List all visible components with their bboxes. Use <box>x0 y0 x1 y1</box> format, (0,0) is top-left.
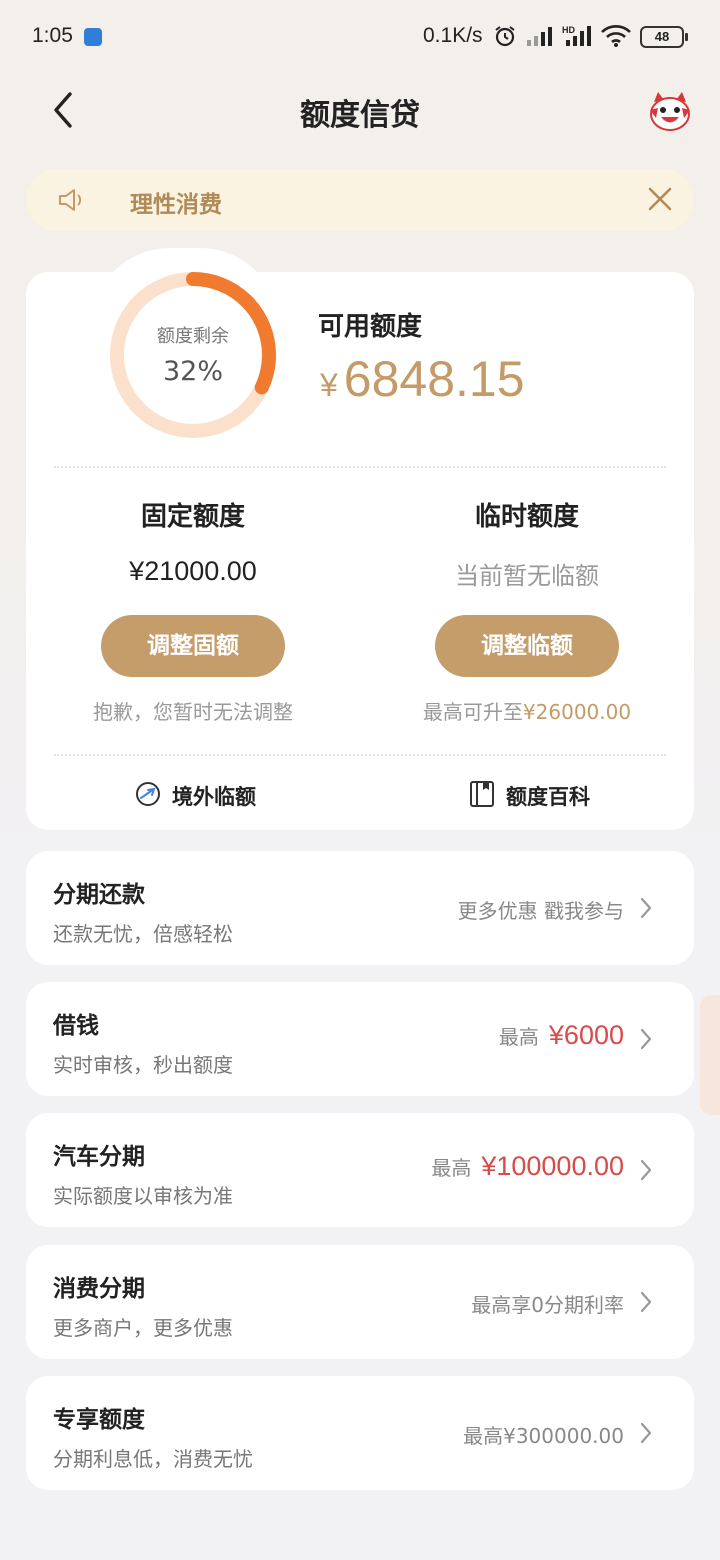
list-item-consumer-installment[interactable]: 消费分期 更多商户，更多优惠 最高享0分期利率 <box>26 1245 694 1359</box>
row-max-amount: 最高 ¥100000.00 <box>431 1151 624 1182</box>
fixed-credit-note: 抱歉，您暂时无法调整 <box>93 700 293 724</box>
row-subtitle: 实时审核，秒出额度 <box>53 1053 233 1077</box>
available-credit-amount: ¥6848.15 <box>320 350 525 408</box>
row-title: 分期还款 <box>53 882 145 908</box>
list-item-exclusive-credit[interactable]: 专享额度 分期利息低，消费无忧 最高¥300000.00 <box>26 1376 694 1490</box>
row-right-text: 最高 <box>431 1156 472 1180</box>
row-title: 专享额度 <box>53 1407 145 1433</box>
wiki-link-label: 额度百科 <box>506 785 590 809</box>
temp-note-prefix: 最高可升至 <box>422 700 523 724</box>
adjust-temp-button[interactable]: 调整临额 <box>435 615 619 677</box>
row-title: 消费分期 <box>53 1276 145 1302</box>
wifi-icon <box>601 25 631 47</box>
row-subtitle: 还款无忧，倍感轻松 <box>53 922 233 946</box>
notice-banner[interactable]: 理性消费 <box>26 169 694 231</box>
chevron-right-icon <box>640 897 652 919</box>
alarm-icon <box>495 26 515 47</box>
battery-level: 48 <box>654 29 670 44</box>
temp-note-amount: ¥26000.00 <box>522 700 632 724</box>
fixed-credit-title: 固定额度 <box>140 502 245 532</box>
currency-symbol: ¥ <box>320 367 338 403</box>
credit-wiki-link[interactable]: 额度百科 <box>468 778 608 810</box>
list-item-borrow[interactable]: 借钱 实时审核，秒出额度 最高 ¥6000 <box>26 982 694 1096</box>
overseas-temp-credit-link[interactable]: 境外临额 <box>134 778 274 810</box>
row-promo-text: 最高享0分期利率 <box>471 1289 624 1318</box>
network-speed: 0.1K/s <box>423 24 483 47</box>
page-title: 额度信贷 <box>300 98 420 133</box>
row-right-text: 更多优惠 戳我参与 <box>457 899 624 923</box>
row-highlight-amount: ¥6000 <box>548 1020 624 1050</box>
row-highlight-amount: ¥100000.00 <box>481 1151 624 1181</box>
divider <box>54 754 666 756</box>
row-promo-text: 最高¥300000.00 <box>463 1420 624 1449</box>
row-title: 汽车分期 <box>53 1144 145 1170</box>
chevron-right-icon <box>640 1159 652 1181</box>
available-amount-value: 6848.15 <box>343 351 525 407</box>
chevron-right-icon <box>640 1291 652 1313</box>
notice-text: 理性消费 <box>130 192 222 218</box>
speaker-icon <box>59 189 82 211</box>
fixed-credit-amount: ¥21000.00 <box>129 556 257 586</box>
close-icon[interactable] <box>646 185 674 213</box>
row-subtitle: 分期利息低，消费无忧 <box>53 1447 253 1471</box>
status-bar: 1:05 0.1K/s HD 48 <box>0 0 720 72</box>
row-right-text: 最高¥300000.00 <box>463 1424 624 1448</box>
svg-text:HD: HD <box>562 25 575 35</box>
battery-icon: 48 <box>640 26 688 48</box>
list-item-car-installment[interactable]: 汽车分期 实际额度以审核为准 最高 ¥100000.00 <box>26 1113 694 1227</box>
status-time: 1:05 <box>32 24 73 47</box>
app-notification-icon <box>84 28 102 46</box>
ring-label: 额度剩余 <box>157 326 229 347</box>
chevron-right-icon <box>640 1028 652 1050</box>
remaining-credit-ring <box>110 272 276 438</box>
row-right-text: 最高享0分期利率 <box>471 1293 624 1317</box>
temp-credit-note: 最高可升至¥26000.00 <box>347 696 707 725</box>
list-item-installment-repay[interactable]: 分期还款 还款无忧，倍感轻松 更多优惠 戳我参与 <box>26 851 694 965</box>
ring-percent: 32% <box>162 356 223 387</box>
temp-credit-status: 当前暂无临额 <box>455 562 599 590</box>
chevron-right-icon <box>640 1422 652 1444</box>
row-max-amount: 最高 ¥6000 <box>499 1020 624 1051</box>
mascot-service-icon[interactable] <box>646 88 694 136</box>
temp-credit-title: 临时额度 <box>474 502 579 532</box>
hd-signal-icon: HD <box>562 25 591 46</box>
row-title: 借钱 <box>53 1013 99 1039</box>
signal-icon <box>527 27 552 46</box>
row-promo-text: 更多优惠 戳我参与 <box>458 895 624 924</box>
row-subtitle: 实际额度以审核为准 <box>53 1184 233 1208</box>
floating-side-widget[interactable] <box>700 995 720 1115</box>
nav-bar: 额度信贷 <box>0 72 720 152</box>
row-right-text: 最高 <box>498 1025 539 1049</box>
overseas-link-label: 境外临额 <box>172 785 256 809</box>
available-credit-label: 可用额度 <box>318 312 423 342</box>
book-icon <box>470 781 494 807</box>
globe-plane-icon <box>136 782 160 806</box>
adjust-fixed-button[interactable]: 调整固额 <box>101 615 285 677</box>
row-subtitle: 更多商户，更多优惠 <box>53 1316 233 1340</box>
divider <box>54 466 666 468</box>
